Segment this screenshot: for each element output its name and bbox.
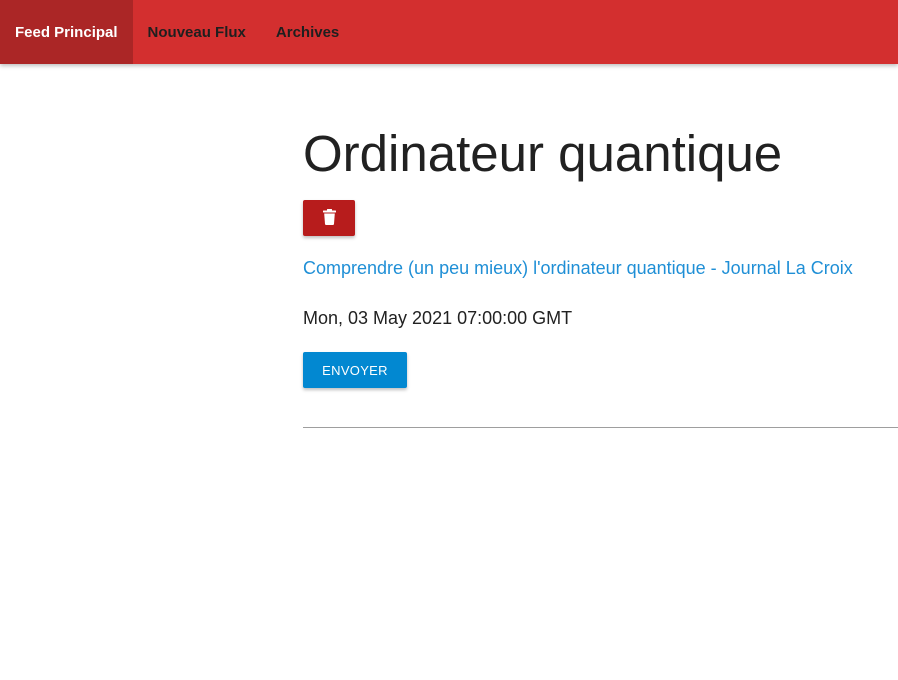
nav-item-nouveau-flux[interactable]: Nouveau Flux [133,0,261,64]
article-date: Mon, 03 May 2021 07:00:00 GMT [303,308,573,328]
article-link[interactable]: Comprendre (un peu mieux) l'ordinateur q… [303,258,853,279]
send-button[interactable]: ENVOYER [303,352,407,388]
divider [303,427,898,428]
nav-item-feed-principal[interactable]: Feed Principal [0,0,133,64]
article-title: Ordinateur quantique [303,125,783,182]
nav-item-archives[interactable]: Archives [261,0,354,64]
trash-icon [322,208,336,228]
delete-button[interactable] [303,200,355,236]
top-navbar: Feed Principal Nouveau Flux Archives [0,0,898,64]
